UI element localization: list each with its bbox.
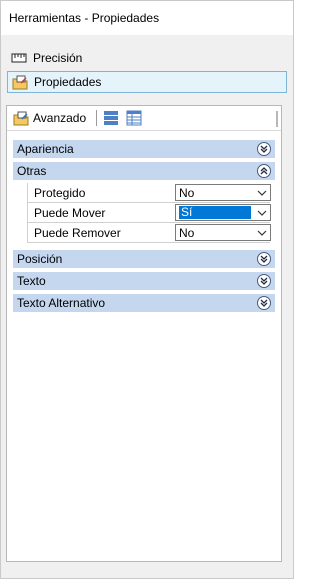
section-posicion[interactable]: Posición: [13, 250, 275, 268]
section-label: Posición: [17, 252, 63, 266]
properties-folder-icon: [12, 74, 28, 90]
nav-item-properties[interactable]: Propiedades: [7, 71, 287, 93]
chevron-down-icon[interactable]: [254, 185, 270, 200]
properties-window: Herramientas - Propiedades Precisión Pro…: [0, 0, 294, 579]
chevron-down-icon[interactable]: [257, 252, 271, 266]
tool-nav: Precisión Propiedades: [1, 35, 293, 99]
section-label: Texto: [17, 274, 46, 288]
window-title: Herramientas - Propiedades: [9, 11, 160, 25]
section-texto[interactable]: Texto: [13, 272, 275, 290]
categorized-view-icon[interactable]: [101, 108, 121, 128]
protegido-select[interactable]: No: [175, 184, 271, 201]
chevron-down-icon[interactable]: [254, 225, 270, 240]
chevron-down-icon[interactable]: [254, 205, 270, 220]
nav-item-label: Propiedades: [34, 75, 102, 89]
property-row-puede-mover: Puede Mover Sí: [27, 203, 271, 223]
section-apariencia[interactable]: Apariencia: [13, 140, 275, 158]
nav-item-precision[interactable]: Precisión: [7, 47, 287, 69]
nav-item-label: Precisión: [33, 51, 83, 65]
properties-toolbar: Avanzado: [7, 106, 281, 131]
properties-panel: Avanzado Apariencia Otras Protegido No P…: [6, 105, 282, 562]
toolbar-grip: [276, 111, 278, 127]
list-view-icon[interactable]: [124, 108, 144, 128]
puede-mover-select[interactable]: Sí: [175, 204, 271, 221]
property-row-protegido: Protegido No: [27, 183, 271, 203]
advanced-label[interactable]: Avanzado: [33, 111, 86, 125]
section-otras[interactable]: Otras: [13, 162, 275, 180]
select-value: No: [179, 185, 195, 200]
title-bar: Herramientas - Propiedades: [1, 1, 293, 35]
section-label: Otras: [17, 164, 47, 178]
chevron-down-icon[interactable]: [257, 274, 271, 288]
section-label: Apariencia: [17, 142, 74, 156]
precision-ruler-icon: [11, 50, 27, 66]
select-value: Sí: [179, 206, 251, 219]
section-texto-alternativo[interactable]: Texto Alternativo: [13, 294, 275, 312]
toolbar-separator: [96, 110, 98, 126]
property-name: Puede Mover: [34, 205, 106, 220]
puede-remover-select[interactable]: No: [175, 224, 271, 241]
chevron-down-icon[interactable]: [257, 296, 271, 310]
property-name: Protegido: [34, 185, 86, 200]
section-label: Texto Alternativo: [17, 296, 106, 310]
property-row-puede-remover: Puede Remover No: [27, 223, 271, 243]
chevron-down-icon[interactable]: [257, 142, 271, 156]
property-name: Puede Remover: [34, 225, 121, 240]
chevron-up-icon[interactable]: [257, 164, 271, 178]
advanced-properties-icon[interactable]: [13, 110, 29, 126]
select-value: No: [179, 225, 195, 240]
